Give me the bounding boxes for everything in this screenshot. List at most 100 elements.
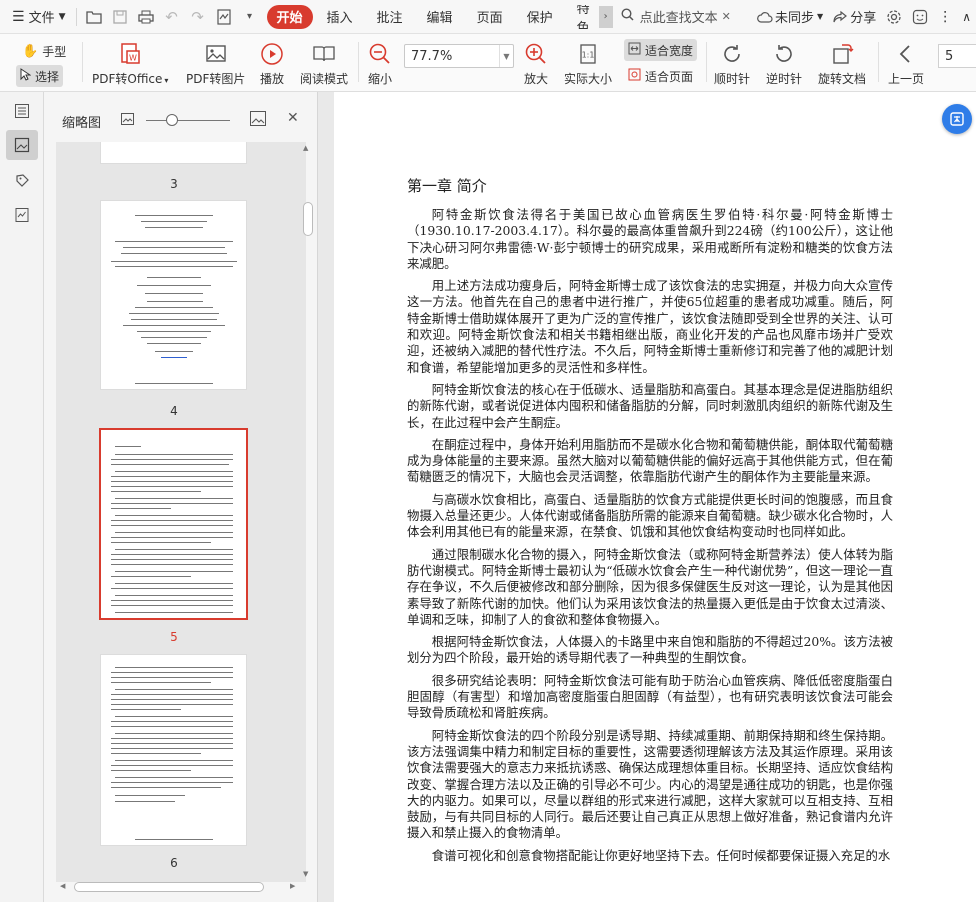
play-button[interactable]: 播放 — [258, 40, 286, 87]
scroll-up-icon[interactable]: ▲ — [303, 144, 308, 152]
collapse-icon[interactable]: ∧ — [957, 5, 976, 29]
outline-icon[interactable] — [6, 96, 38, 126]
tab-protect[interactable]: 保护 — [517, 5, 563, 29]
chapter-title: 第一章 简介 — [407, 177, 487, 195]
zoom-out-icon — [366, 40, 394, 68]
book-icon — [310, 40, 338, 68]
hand-label: 手型 — [42, 44, 67, 59]
page-thumbnail-5[interactable] — [99, 428, 248, 620]
save-icon[interactable] — [107, 5, 133, 29]
pdf-to-image-icon — [202, 40, 230, 68]
chevron-down-icon: ▾ — [164, 76, 169, 85]
zoom-level-select[interactable]: 77.7% ▼ — [404, 44, 514, 68]
more-chevron-icon[interactable]: ▾ — [237, 5, 263, 29]
read-mode-button[interactable]: 阅读模式 — [300, 40, 348, 87]
read-mode-label: 阅读模式 — [300, 72, 349, 86]
open-folder-icon[interactable] — [81, 5, 107, 29]
page-number-input[interactable]: 5 — [938, 44, 976, 68]
toolbar: ✋ 手型 选择 W PDF转Office ▾ PDF转图片 播放 阅读模式 缩小… — [0, 34, 976, 92]
divider — [358, 42, 359, 82]
actual-size-label: 实际大小 — [564, 72, 613, 86]
paragraph: 在酮症过程中，身体开始利用脂肪而不是碳水化合物和葡萄糖供能，酮体取代葡萄糖成为身… — [407, 436, 893, 485]
page-thumbnail-6[interactable] — [100, 654, 247, 846]
play-label: 播放 — [259, 72, 284, 86]
scrollbar-thumb[interactable] — [74, 882, 264, 892]
undo-icon[interactable]: ↶ — [159, 5, 185, 29]
tab-features[interactable]: 特色 — [567, 5, 599, 29]
hand-tool-button[interactable]: ✋ 手型 — [18, 40, 70, 62]
tab-edit[interactable]: 编辑 — [417, 5, 463, 29]
thumbnail-icon[interactable] — [6, 130, 38, 160]
rotate-clockwise-label: 顺时针 — [714, 72, 751, 86]
rotate-document-button[interactable]: 旋转文档 — [818, 40, 866, 87]
document-viewer[interactable]: 第一章 简介 阿特金斯饮食法得名于美国已故心血管病医生罗伯特·科尔曼·阿特金斯博… — [318, 92, 976, 902]
zoom-in-button[interactable]: 放大 — [522, 40, 550, 87]
tab-insert[interactable]: 插入 — [317, 5, 363, 29]
page-thumbnail-3[interactable] — [100, 142, 247, 164]
rotate-document-label: 旋转文档 — [818, 72, 867, 86]
select-tool-button[interactable]: 选择 — [16, 65, 64, 87]
scroll-right-icon[interactable]: ▶ — [290, 882, 295, 890]
thumbnail-list: 3 4 5 6 — [56, 142, 306, 882]
divider — [75, 7, 77, 26]
play-icon — [258, 40, 286, 68]
sync-label: 未同步 — [775, 11, 815, 26]
fit-page-label: 适合页面 — [645, 69, 694, 84]
print-icon[interactable] — [133, 5, 159, 29]
thumbnail-vertical-scrollbar[interactable]: ▲ ▼ — [302, 142, 314, 882]
file-menu-label: 文件 — [28, 11, 55, 26]
floating-tool-button[interactable] — [942, 104, 972, 134]
tab-scroll-right-icon[interactable]: › — [598, 5, 613, 28]
thumbnail-panel-title: 缩略图 — [62, 116, 102, 131]
face-icon[interactable] — [907, 5, 933, 29]
pdf-to-office-button[interactable]: W PDF转Office ▾ — [92, 40, 168, 87]
bookmark-icon[interactable] — [6, 166, 38, 196]
fit-width-button[interactable]: 适合宽度 — [624, 39, 698, 61]
scroll-down-icon[interactable]: ▼ — [303, 870, 308, 878]
close-panel-icon[interactable]: ✕ — [287, 110, 299, 126]
tab-page[interactable]: 页面 — [467, 5, 513, 29]
scroll-left-icon[interactable]: ◀ — [60, 882, 65, 890]
page-thumbnail-4[interactable] — [100, 200, 247, 390]
scrollbar-thumb[interactable] — [303, 202, 313, 236]
pdf-to-image-button[interactable]: PDF转图片 — [186, 40, 245, 87]
translate-icon — [950, 112, 964, 126]
close-icon[interactable]: ✕ — [722, 10, 731, 23]
rotate-counterclockwise-button[interactable]: 逆时针 — [766, 40, 802, 87]
search-icon — [621, 8, 634, 25]
chevron-down-icon[interactable]: ▼ — [499, 45, 513, 67]
sync-status[interactable]: 未同步 ▼ — [752, 5, 828, 29]
signature-icon[interactable] — [6, 200, 38, 230]
paragraph: 阿特金斯饮食法的四个阶段分别是诱导期、持续减重期、前期保持期和终生保持期。该方法… — [407, 727, 893, 841]
fit-width-icon — [628, 42, 641, 59]
settings-icon[interactable] — [881, 5, 907, 29]
tab-start[interactable]: 开始 — [266, 4, 313, 29]
share-button[interactable]: 分享 — [828, 5, 881, 29]
slider-handle[interactable] — [166, 114, 178, 126]
search-box[interactable]: 点此查找文本 ✕ — [621, 7, 731, 26]
zoom-out-button[interactable]: 缩小 — [366, 40, 394, 87]
rotate-clockwise-button[interactable]: 顺时针 — [714, 40, 750, 87]
redo-icon[interactable]: ↷ — [185, 5, 211, 29]
file-menu[interactable]: ☰ 文件 ▼ — [6, 5, 72, 29]
left-sidebar — [0, 92, 44, 902]
actual-size-button[interactable]: 1:1 实际大小 — [564, 40, 612, 87]
hand-icon: ✋ — [22, 43, 39, 59]
hamburger-icon: ☰ — [12, 8, 25, 25]
tab-comment[interactable]: 批注 — [367, 5, 413, 29]
paragraph: 与高碳水饮食相比，高蛋白、适量脂肪的饮食方式能提供更长时间的饱腹感，而且食物摄入… — [407, 491, 893, 540]
more-icon[interactable]: ⋮ — [933, 5, 957, 29]
search-label: 点此查找文本 — [639, 11, 718, 26]
zoom-in-label: 放大 — [523, 72, 548, 86]
page-number-4: 4 — [170, 404, 178, 418]
small-thumbnail-icon[interactable] — [121, 113, 134, 128]
large-thumbnail-icon[interactable] — [250, 111, 266, 129]
fit-page-button[interactable]: 适合页面 — [624, 65, 697, 87]
thumbnail-horizontal-scrollbar[interactable]: ◀ ▶ — [56, 880, 302, 894]
pdf-sign-icon[interactable] — [211, 5, 237, 29]
prev-page-button[interactable]: 上一页 — [888, 40, 924, 87]
chevron-down-icon: ▼ — [58, 11, 66, 22]
paragraph: 很多研究结论表明：阿特金斯饮食法可能有助于防治心血管疾病、降低低密度脂蛋白胆固醇… — [407, 672, 893, 721]
paragraph: 阿特金斯饮食法的核心在于低碳水、适量脂肪和高蛋白。其基本理念是促进脂肪组织的新陈… — [407, 381, 893, 430]
thumbnail-size-slider[interactable] — [146, 114, 230, 126]
